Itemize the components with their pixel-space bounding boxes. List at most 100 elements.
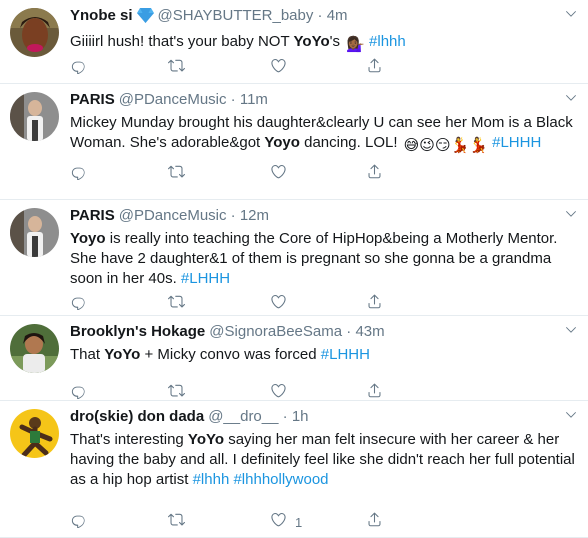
hashtag-link[interactable]: #lhhh xyxy=(193,471,230,488)
tweet-text-segment: dancing. LOL! xyxy=(299,134,402,151)
like-button[interactable]: 1 xyxy=(270,512,302,531)
hashtag-link[interactable]: #LHHH xyxy=(492,134,541,151)
like-button[interactable] xyxy=(270,57,295,79)
tweet-text: Giiiirl hush! that's your baby NOT YoYo'… xyxy=(70,32,578,55)
tweet-content: PARIS @PDanceMusic · 11m Mickey Munday bro… xyxy=(70,90,578,156)
user-handle[interactable]: @__dro__ xyxy=(208,408,278,425)
user-handle[interactable]: @PDanceMusic xyxy=(119,207,227,224)
user-handle[interactable]: @SHAYBUTTER_baby xyxy=(158,7,314,24)
share-button[interactable] xyxy=(366,511,383,533)
separator-dot: · xyxy=(282,408,288,425)
heart-icon xyxy=(270,57,287,79)
separator-dot: · xyxy=(230,91,236,108)
tweet[interactable]: PARIS @PDanceMusic · 11m Mickey Munday bro… xyxy=(0,84,588,200)
reply-icon xyxy=(70,163,87,185)
tweet[interactable]: Brooklyn's Hokage @SignoraBeeSama · 43m Th… xyxy=(0,316,588,401)
timestamp[interactable]: 1h xyxy=(292,408,309,425)
like-button[interactable] xyxy=(270,293,295,315)
retweet-button[interactable] xyxy=(168,59,185,77)
share-button[interactable] xyxy=(366,383,383,402)
tweet[interactable]: dro(skie) don dada @__dro__ · 1h That's in… xyxy=(0,401,588,538)
chevron-down-icon[interactable] xyxy=(564,408,578,422)
retweet-button[interactable] xyxy=(168,295,185,313)
display-name[interactable]: dro(skie) don dada xyxy=(70,408,204,425)
heart-icon xyxy=(270,293,287,315)
tweet-header: PARIS @PDanceMusic · 12m xyxy=(70,206,578,226)
heart-icon xyxy=(270,163,287,185)
tweet-text: Yoyo is really into teaching the Core of… xyxy=(70,229,578,289)
avatar[interactable] xyxy=(10,324,59,373)
share-button[interactable] xyxy=(366,294,383,313)
share-button[interactable] xyxy=(366,163,383,185)
retweet-button[interactable] xyxy=(168,384,185,402)
timestamp[interactable]: 4m xyxy=(327,7,348,24)
reply-button[interactable] xyxy=(70,384,87,402)
retweet-icon xyxy=(168,293,185,315)
avatar[interactable] xyxy=(10,8,59,57)
avatar[interactable] xyxy=(10,208,59,257)
avatar[interactable] xyxy=(10,409,59,458)
share-icon xyxy=(366,511,383,533)
avatar[interactable] xyxy=(10,92,59,141)
tweet-content: Brooklyn's Hokage @SignoraBeeSama · 43m Th… xyxy=(70,322,578,365)
display-name[interactable]: Brooklyn's Hokage xyxy=(70,323,205,340)
tweet-actions xyxy=(70,57,400,79)
separator-dot: · xyxy=(317,7,323,24)
woman-tipping-hand-emoji-icon: 💁🏾‍♀️ xyxy=(346,36,365,53)
tweet-text: That's interesting YoYo saying her man f… xyxy=(70,430,578,490)
search-match: Yoyo xyxy=(70,230,106,247)
tweet-text: That YoYo + Micky convo was forced #LHHH xyxy=(70,345,578,365)
reply-button[interactable] xyxy=(70,165,87,183)
display-name[interactable]: Ynobe si xyxy=(70,7,133,24)
reply-icon xyxy=(70,293,87,315)
search-match: YoYo xyxy=(187,431,225,448)
tweet-header: PARIS @PDanceMusic · 11m xyxy=(70,90,578,110)
tweet-actions xyxy=(70,163,400,185)
search-match: YoYo xyxy=(293,33,330,50)
user-handle[interactable]: @SignoraBeeSama xyxy=(209,323,342,340)
separator-dot: · xyxy=(230,207,236,224)
chevron-down-icon[interactable] xyxy=(564,91,578,105)
display-name[interactable]: PARIS xyxy=(70,91,115,108)
timestamp[interactable]: 43m xyxy=(355,323,384,340)
tweet-text-segment: 's xyxy=(329,33,345,50)
like-button[interactable] xyxy=(270,383,295,402)
display-name[interactable]: PARIS xyxy=(70,207,115,224)
timestamp[interactable]: 11m xyxy=(240,91,268,108)
user-handle[interactable]: @PDanceMusic xyxy=(119,91,227,108)
retweet-button[interactable] xyxy=(168,165,185,183)
share-icon xyxy=(366,57,383,79)
tweet-content: Ynobe si @SHAYBUTTER_baby · 4m Giiiirl hus… xyxy=(70,6,578,55)
reply-icon xyxy=(70,511,87,533)
tweet[interactable]: PARIS @PDanceMusic · 12m Yoyo is really in… xyxy=(0,200,588,316)
like-button[interactable] xyxy=(270,163,295,185)
chevron-down-icon[interactable] xyxy=(564,7,578,21)
hashtag-link[interactable]: #LHHH xyxy=(181,270,230,287)
tweet-content: PARIS @PDanceMusic · 12m Yoyo is really in… xyxy=(70,206,578,289)
share-button[interactable] xyxy=(366,57,383,79)
retweet-icon xyxy=(168,163,185,185)
reply-button[interactable] xyxy=(70,295,87,313)
tweet-header: Brooklyn's Hokage @SignoraBeeSama · 43m xyxy=(70,322,578,342)
hashtag-link[interactable]: #LHHH xyxy=(321,346,370,363)
timestamp[interactable]: 12m xyxy=(240,207,269,224)
tweet-header: dro(skie) don dada @__dro__ · 1h xyxy=(70,407,578,427)
retweet-button[interactable] xyxy=(168,513,185,531)
tweet-actions xyxy=(70,383,400,402)
tweet[interactable]: Ynobe si @SHAYBUTTER_baby · 4m Giiiirl hus… xyxy=(0,0,588,84)
tweet-feed: Ynobe si @SHAYBUTTER_baby · 4m Giiiirl hus… xyxy=(0,0,588,538)
hashtag-link[interactable]: #lhhh xyxy=(369,33,406,50)
tweet-text-segment: That's interesting xyxy=(70,431,188,448)
tweet-text-segment: That xyxy=(70,346,105,363)
reply-button[interactable] xyxy=(70,513,87,531)
hashtag-link[interactable]: #lhhhollywood xyxy=(233,471,328,488)
chevron-down-icon[interactable] xyxy=(564,323,578,337)
retweet-icon xyxy=(168,57,185,79)
chevron-down-icon[interactable] xyxy=(564,207,578,221)
tweet-actions xyxy=(70,293,400,315)
share-icon xyxy=(366,163,383,185)
retweet-icon xyxy=(168,511,185,533)
reply-button[interactable] xyxy=(70,59,87,77)
separator-dot: · xyxy=(346,323,352,340)
emoji-sweat-smile-wink-smirk-dancer-dancer-icon: 😅😉😏💃💃 xyxy=(403,137,488,154)
